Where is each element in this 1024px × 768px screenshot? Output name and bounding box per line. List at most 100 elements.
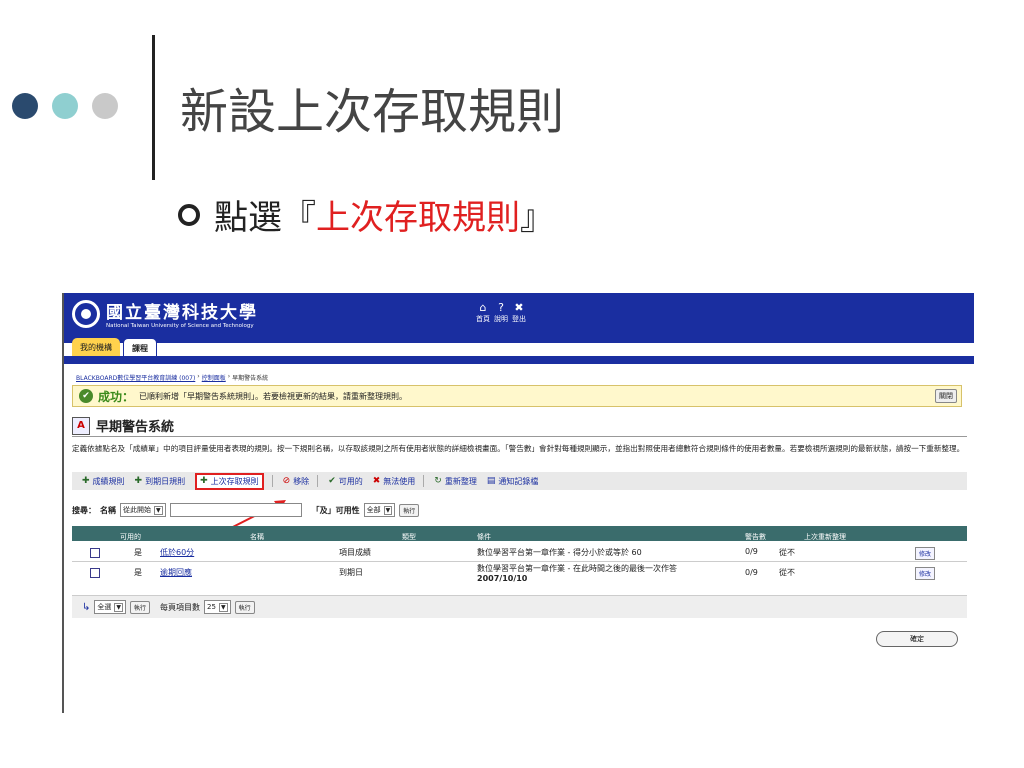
col-condition[interactable]: 條件 xyxy=(477,532,491,542)
notification-log-icon: ▤ xyxy=(486,476,496,486)
row-warnings: 0/9 xyxy=(745,547,758,556)
early-warning-icon: A xyxy=(72,416,90,435)
col-available[interactable]: 可用的 xyxy=(120,532,141,542)
university-emblem-icon xyxy=(72,299,100,328)
tab-courses[interactable]: 課程 xyxy=(123,338,157,358)
nav-home[interactable]: ⌂ 首頁 xyxy=(476,302,490,324)
per-page-select[interactable]: 25 ▼ xyxy=(204,600,231,614)
table-header: 可用的 名稱 類型 條件 警告數 上次重新整理 xyxy=(72,526,967,541)
col-last-refresh[interactable]: 上次重新整理 xyxy=(804,532,846,542)
row-edit-button[interactable]: 修改 xyxy=(915,547,936,560)
row-edit-button[interactable]: 修改 xyxy=(915,567,936,580)
x-icon: ✖ xyxy=(372,476,381,486)
refresh-button[interactable]: ↻ 重新整理 xyxy=(434,476,477,487)
row-available: 是 xyxy=(134,568,142,577)
breadcrumb-control-panel[interactable]: 控制面板 xyxy=(202,373,226,382)
success-message-box: ✔ 成功： 已順利新增「早期警告系統規則」。若要檢視更新的結果，請重新整理規則。… xyxy=(72,385,962,407)
home-icon: ⌂ xyxy=(479,301,487,314)
availability-value: 全部 xyxy=(366,506,381,514)
remove-icon: ⊘ xyxy=(282,476,291,486)
due-date-rule-button[interactable]: ✚ 到期日規則 xyxy=(135,476,186,487)
select-arrow-icon: ↳ xyxy=(82,601,91,613)
chevron-down-icon: ▼ xyxy=(383,505,393,515)
dot-teal xyxy=(52,93,78,119)
breadcrumb-current: 早期警告系統 xyxy=(232,375,269,382)
last-access-rule-icon: ✚ xyxy=(200,476,208,486)
remove-button[interactable]: ⊘ 移除 xyxy=(283,476,310,487)
row-name-link[interactable]: 逾期回應 xyxy=(160,567,192,578)
make-available-label: 可用的 xyxy=(338,476,363,486)
name-operator-select[interactable]: 從此開始 ▼ xyxy=(120,503,166,517)
row-last-refresh: 從不 xyxy=(779,568,795,577)
help-icon: ? xyxy=(498,301,504,314)
last-access-rule-label: 上次存取規則 xyxy=(210,476,259,486)
breadcrumb: BLACKBOARD數位學習平台教育訓練 (007) › 控制面板 › 早期警告系統 xyxy=(76,373,268,382)
name-operator-value: 從此開始 xyxy=(123,506,151,514)
tab-bar: 我的機構 課程 xyxy=(72,338,157,358)
slide-divider xyxy=(152,35,155,180)
notification-log-label: 通知記錄檔 xyxy=(498,476,539,486)
section-title: A 早期警告系統 xyxy=(72,416,174,435)
breadcrumb-course[interactable]: BLACKBOARD數位學習平台教育訓練 (007) xyxy=(76,373,195,382)
breadcrumb-separator: › xyxy=(227,373,231,380)
grade-rule-button[interactable]: ✚ 成績規則 xyxy=(82,476,125,487)
select-all-value: 全選 xyxy=(97,603,112,611)
make-available-button[interactable]: ✔ 可用的 xyxy=(328,476,363,487)
bulk-go-button[interactable]: 執行 xyxy=(130,600,151,614)
success-check-icon: ✔ xyxy=(79,389,93,403)
search-label: 搜尋： xyxy=(72,505,96,515)
availability-select[interactable]: 全部 ▼ xyxy=(363,503,396,517)
nav-help-label: 說明 xyxy=(494,315,508,323)
bullet-ring-icon xyxy=(178,203,200,226)
logo-english: National Taiwan University of Science an… xyxy=(106,323,254,329)
col-type[interactable]: 類型 xyxy=(402,532,416,542)
success-label: 成功： xyxy=(98,389,135,404)
chevron-down-icon: ▼ xyxy=(218,602,228,612)
row-condition: 數位學習平台第一章作業 - 得分小於或等於 60 xyxy=(477,548,642,557)
logo-chinese: 國立臺灣科技大學 xyxy=(106,303,258,323)
university-logo[interactable]: 國立臺灣科技大學 National Taiwan University of S… xyxy=(72,298,258,329)
section-title-text: 早期警告系統 xyxy=(96,420,175,435)
make-unavailable-label: 無法使用 xyxy=(383,476,416,486)
checkmark-icon: ✔ xyxy=(328,476,336,486)
section-description: 定義依據點名及「成績單」中的項目評量使用者表現的規則。按一下規則名稱，以存取該規… xyxy=(72,444,965,453)
search-input[interactable] xyxy=(169,503,302,517)
due-date-rule-icon: ✚ xyxy=(134,476,143,486)
notification-log-button[interactable]: ▤ 通知記錄檔 xyxy=(487,476,539,487)
nav-logout[interactable]: ✖ 登出 xyxy=(512,302,526,324)
row-checkbox[interactable] xyxy=(90,548,100,558)
nav-help[interactable]: ? 說明 xyxy=(494,302,508,324)
grade-rule-label: 成績規則 xyxy=(92,476,125,486)
per-page-go-button[interactable]: 執行 xyxy=(234,600,255,614)
availability-label: 「及」可用性 xyxy=(311,505,360,515)
refresh-label: 重新整理 xyxy=(444,476,477,486)
chevron-down-icon: ▼ xyxy=(154,505,163,515)
row-checkbox[interactable] xyxy=(90,568,100,578)
tab-underline-bar xyxy=(64,356,974,364)
row-name-link[interactable]: 低於60分 xyxy=(160,547,194,558)
tab-my-institution[interactable]: 我的機構 xyxy=(72,338,120,358)
top-nav: ⌂ 首頁 ? 說明 ✖ 登出 xyxy=(476,302,526,324)
row-condition-date: 2007/10/10 xyxy=(477,574,528,583)
due-date-rule-label: 到期日規則 xyxy=(145,476,186,486)
search-name-label: 名稱 xyxy=(100,505,116,515)
dot-gray xyxy=(92,93,118,119)
col-name[interactable]: 名稱 xyxy=(250,532,264,542)
slide-title: 新設上次存取規則 xyxy=(180,84,565,140)
row-divider xyxy=(72,561,967,562)
bottom-action-bar: ↳ 全選 ▼ 執行 每頁項目數 25 ▼ 執行 xyxy=(72,595,967,618)
ok-button[interactable]: 確定 xyxy=(876,631,958,647)
breadcrumb-separator: › xyxy=(197,373,200,380)
per-page-value: 25 xyxy=(207,603,216,611)
col-warnings[interactable]: 警告數 xyxy=(745,532,766,542)
toolbar-separator xyxy=(423,475,425,487)
select-all-dropdown[interactable]: 全選 ▼ xyxy=(94,600,127,614)
make-unavailable-button[interactable]: ✖ 無法使用 xyxy=(373,476,416,487)
chevron-down-icon: ▼ xyxy=(114,602,124,612)
close-button[interactable]: 關閉 xyxy=(935,389,957,403)
toolbar-separator xyxy=(317,475,319,487)
row-available: 是 xyxy=(134,548,142,557)
last-access-rule-button[interactable]: ✚ 上次存取規則 xyxy=(195,472,264,490)
table-row: 是 逾期回應 到期日 數位學習平台第一章作業 - 在此時間之後的最後一次作答 2… xyxy=(72,563,967,587)
search-go-button[interactable]: 執行 xyxy=(399,503,420,517)
